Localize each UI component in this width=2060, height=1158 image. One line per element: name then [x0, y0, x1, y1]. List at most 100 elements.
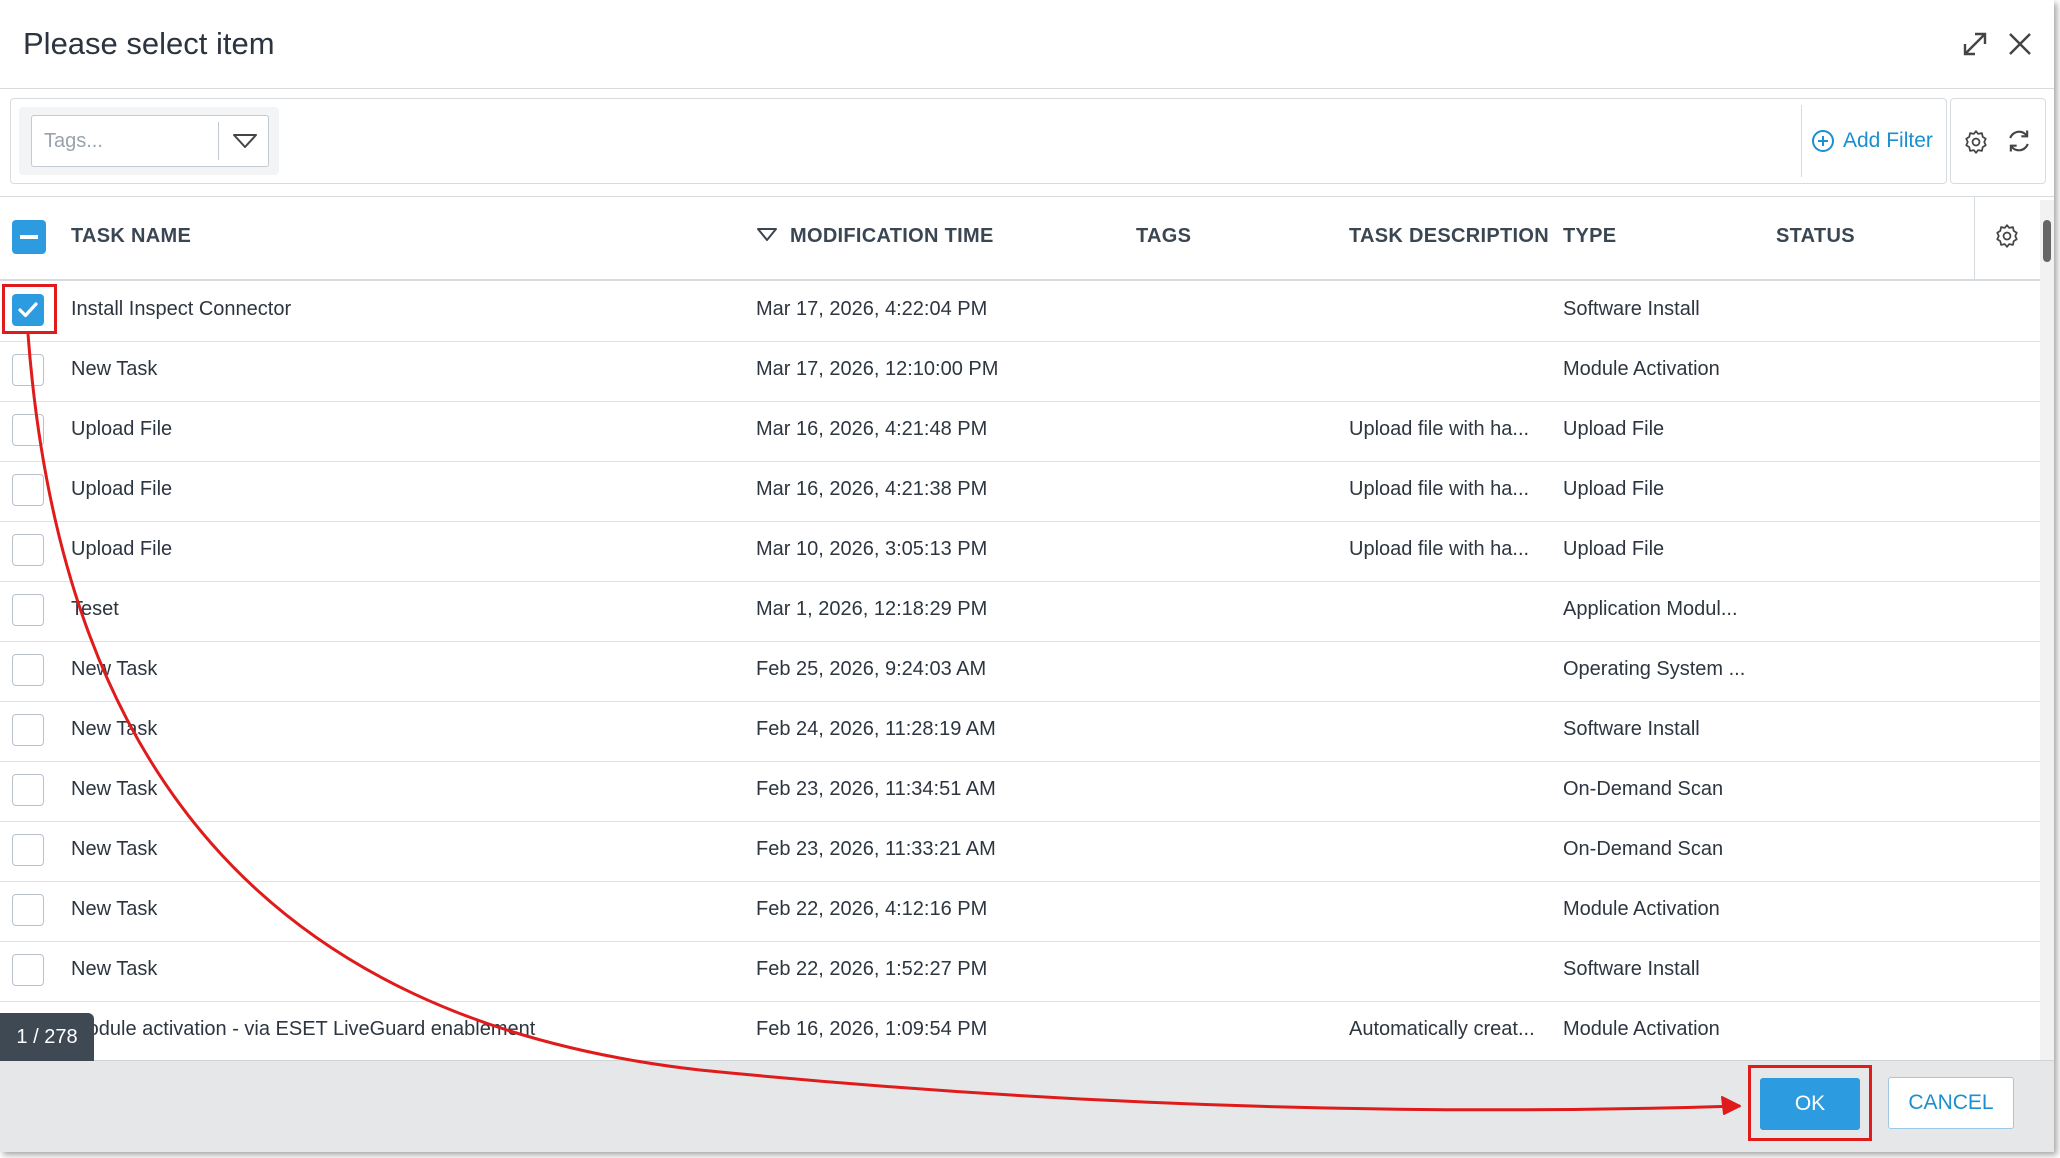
table-row[interactable]: Teset Mar 1, 2026, 12:18:29 PM Application…	[0, 581, 2040, 642]
task-description-cell: Automatically creat...	[1349, 1018, 1535, 1040]
select-all-checkbox[interactable]	[12, 220, 46, 254]
task-name-cell: New Task	[71, 958, 158, 980]
table-row[interactable]: Install Inspect Connector Mar 17, 2026, 4…	[0, 281, 2040, 342]
type-cell: Upload File	[1563, 478, 1665, 500]
modification-time-cell: Mar 10, 2026, 3:05:13 PM	[756, 538, 988, 560]
task-description-cell: Upload file with ha...	[1349, 418, 1530, 440]
toolbar-actions	[1950, 98, 2046, 184]
row-checkbox[interactable]	[12, 714, 44, 746]
close-icon[interactable]	[2000, 24, 2040, 64]
column-status[interactable]: STATUS	[1776, 225, 1855, 248]
tags-divider	[218, 122, 219, 160]
table-header: TASK NAME MODIFICATION TIME TAGS TASK DE…	[0, 197, 2040, 281]
row-checkbox[interactable]	[12, 654, 44, 686]
row-checkbox[interactable]	[12, 414, 44, 446]
cancel-button[interactable]: CANCEL	[1888, 1077, 2014, 1129]
dialog-title: Please select item	[23, 26, 275, 61]
modification-time-cell: Feb 25, 2026, 9:24:03 AM	[756, 658, 987, 680]
row-checkbox[interactable]	[12, 534, 44, 566]
modification-time-cell: Feb 24, 2026, 11:28:19 AM	[756, 718, 996, 740]
task-description-cell: Upload file with ha...	[1349, 538, 1530, 560]
task-name-cell: Upload File	[71, 478, 173, 500]
select-item-dialog: Please select item Add Filter	[0, 0, 2054, 1152]
table-row[interactable]: New Task Feb 23, 2026, 11:34:51 AM On-Dema…	[0, 761, 2040, 822]
modification-time-cell: Mar 17, 2026, 4:22:04 PM	[756, 298, 988, 320]
header-divider	[1974, 197, 1975, 279]
column-type[interactable]: TYPE	[1563, 225, 1616, 248]
table-row[interactable]: Upload File Mar 16, 2026, 4:21:48 PM Uploa…	[0, 401, 2040, 462]
dialog-header: Please select item	[0, 0, 2054, 89]
table-row[interactable]: Upload File Mar 16, 2026, 4:21:38 PM Uploa…	[0, 461, 2040, 522]
table-row[interactable]: Upload File Mar 10, 2026, 3:05:13 PM Uploa…	[0, 521, 2040, 582]
column-task-name[interactable]: TASK NAME	[71, 225, 191, 248]
type-cell: Application Modul...	[1563, 598, 1738, 620]
tags-input[interactable]	[42, 125, 206, 157]
type-cell: Software Install	[1563, 298, 1700, 320]
row-checkbox[interactable]	[12, 954, 44, 986]
table-row[interactable]: New Task Feb 25, 2026, 9:24:03 AM Operatin…	[0, 641, 2040, 702]
column-task-description[interactable]: TASK DESCRIPTION	[1349, 225, 1549, 248]
modification-time-cell: Feb 22, 2026, 4:12:16 PM	[756, 898, 988, 920]
modification-time-cell: Feb 23, 2026, 11:33:21 AM	[756, 838, 996, 860]
task-name-cell: Upload File	[71, 418, 173, 440]
modification-time-cell: Feb 22, 2026, 1:52:27 PM	[756, 958, 988, 980]
sort-desc-icon[interactable]	[756, 225, 778, 245]
gear-icon[interactable]	[1994, 223, 2020, 249]
type-cell: Operating System ...	[1563, 658, 1746, 680]
refresh-icon[interactable]	[2005, 127, 2033, 155]
tags-filter	[19, 107, 279, 175]
type-cell: Module Activation	[1563, 898, 1720, 920]
row-checkbox[interactable]	[12, 354, 44, 386]
type-cell: On-Demand Scan	[1563, 838, 1724, 860]
modification-time-cell: Mar 16, 2026, 4:21:48 PM	[756, 418, 988, 440]
row-checkbox[interactable]	[12, 474, 44, 506]
modification-time-cell: Mar 17, 2026, 12:10:00 PM	[756, 358, 999, 380]
task-name-cell: Install Inspect Connector	[71, 298, 292, 320]
dialog-footer	[0, 1060, 2054, 1152]
row-checkbox[interactable]	[12, 894, 44, 926]
column-tags[interactable]: TAGS	[1136, 225, 1191, 248]
task-name-cell: Module activation - via ESET LiveGuard e…	[71, 1018, 536, 1040]
type-cell: Upload File	[1563, 418, 1665, 440]
filter-toolbar: Add Filter	[10, 98, 1947, 184]
task-name-cell: New Task	[71, 898, 158, 920]
type-cell: Software Install	[1563, 958, 1700, 980]
row-checkbox[interactable]	[12, 774, 44, 806]
plus-circle-icon	[1812, 130, 1834, 152]
task-name-cell: New Task	[71, 358, 158, 380]
expand-icon[interactable]	[1955, 24, 1995, 64]
task-table: TASK NAME MODIFICATION TIME TAGS TASK DE…	[0, 196, 2054, 1062]
caret-down-icon[interactable]	[228, 126, 262, 156]
task-name-cell: New Task	[71, 718, 158, 740]
ok-button-highlight	[1748, 1065, 1872, 1141]
type-cell: Software Install	[1563, 718, 1700, 740]
type-cell: On-Demand Scan	[1563, 778, 1724, 800]
task-name-cell: Teset	[71, 598, 119, 620]
table-row[interactable]: New Task Feb 23, 2026, 11:33:21 AM On-Dema…	[0, 821, 2040, 882]
table-row[interactable]: New Task Feb 22, 2026, 4:12:16 PM Module A…	[0, 881, 2040, 942]
type-cell: Upload File	[1563, 538, 1665, 560]
row-checkbox[interactable]	[12, 834, 44, 866]
page-counter: 1 / 278	[0, 1013, 94, 1061]
table-row[interactable]: New Task Feb 24, 2026, 11:28:19 AM Softwar…	[0, 701, 2040, 762]
task-name-cell: New Task	[71, 838, 158, 860]
table-row[interactable]: Module activation - via ESET LiveGuard e…	[0, 1001, 2040, 1062]
scrollbar-thumb[interactable]	[2043, 220, 2051, 262]
toolbar-divider	[1801, 105, 1802, 177]
modification-time-cell: Mar 16, 2026, 4:21:38 PM	[756, 478, 988, 500]
task-name-cell: Upload File	[71, 538, 173, 560]
task-name-cell: New Task	[71, 778, 158, 800]
row-checkbox[interactable]	[12, 594, 44, 626]
modification-time-cell: Mar 1, 2026, 12:18:29 PM	[756, 598, 988, 620]
modification-time-cell: Feb 16, 2026, 1:09:54 PM	[756, 1018, 988, 1040]
column-modification-time[interactable]: MODIFICATION TIME	[790, 225, 994, 248]
type-cell: Module Activation	[1563, 1018, 1720, 1040]
table-scrollbar[interactable]	[2040, 200, 2054, 1060]
gear-icon[interactable]	[1963, 129, 1989, 155]
checkbox-highlight	[2, 284, 57, 334]
tags-select[interactable]	[31, 115, 269, 167]
add-filter-button[interactable]: Add Filter	[1811, 125, 1933, 157]
table-row[interactable]: New Task Mar 17, 2026, 12:10:00 PM Module …	[0, 341, 2040, 402]
table-row[interactable]: New Task Feb 22, 2026, 1:52:27 PM Software…	[0, 941, 2040, 1002]
type-cell: Module Activation	[1563, 358, 1720, 380]
